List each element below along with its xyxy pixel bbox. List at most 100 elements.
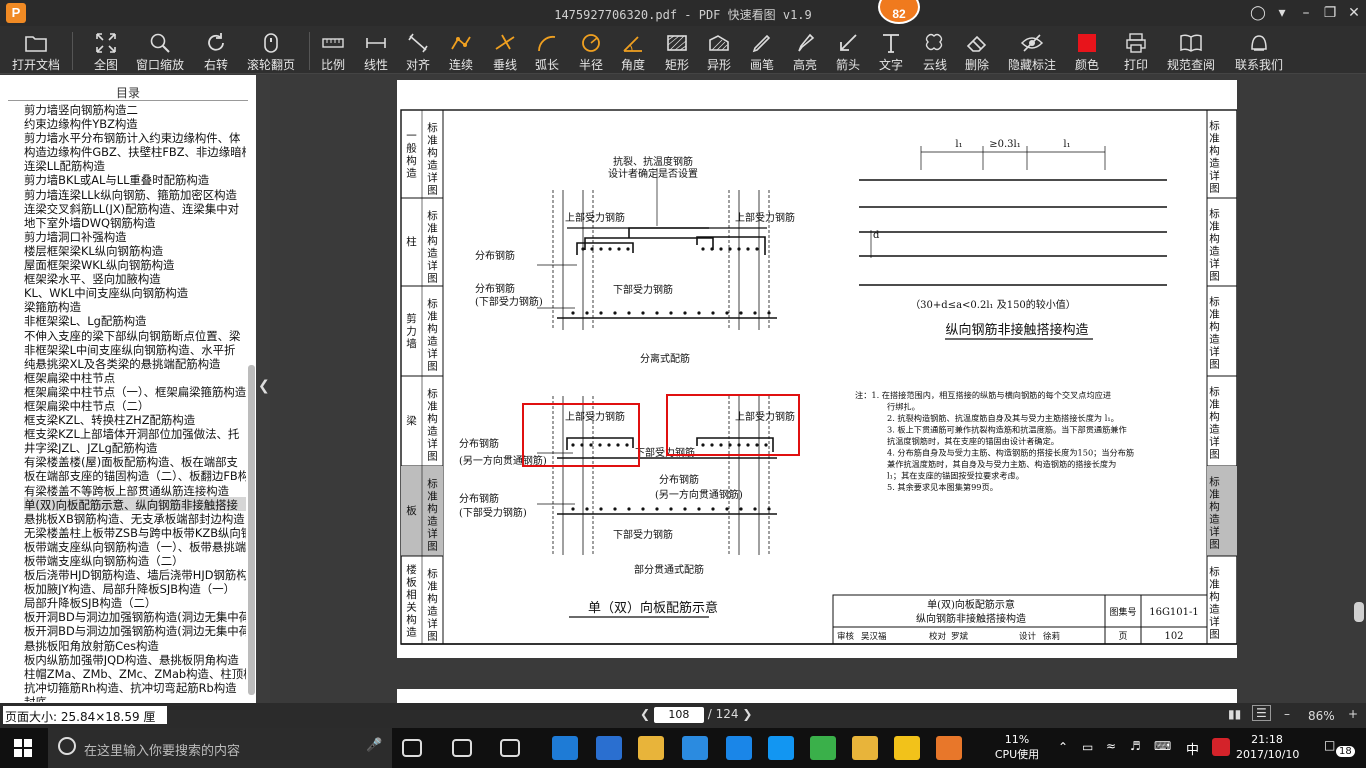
chevron-left-icon[interactable]: ❮ bbox=[258, 378, 270, 394]
toolbar-zoom-window-button[interactable]: 窗口缩放 bbox=[130, 28, 190, 74]
toolbar-mouse-wheel-button[interactable]: 滚轮翻页 bbox=[241, 28, 301, 74]
outline-item[interactable]: 单(双)向板配筋示意、纵向钢筋非接触搭接 bbox=[24, 496, 246, 511]
toolbar-eraser-button[interactable]: 删除 bbox=[947, 28, 1007, 74]
show-hidden-icons-icon[interactable]: ⌃ bbox=[1058, 740, 1068, 754]
outline-item[interactable]: 局部升降板SJB构造（二） bbox=[24, 595, 246, 609]
toolbar-hide-annotation-button[interactable]: 隐藏标注 bbox=[1002, 28, 1062, 74]
outline-item[interactable]: 板带端支座纵向钢筋构造（一）、板带悬挑端 bbox=[24, 539, 246, 553]
toolbar-folder-button[interactable]: 打开文档 bbox=[6, 28, 66, 74]
top-bars-label-partial-left: 上部受力钢筋 bbox=[565, 410, 625, 423]
ie-browser-icon[interactable] bbox=[682, 736, 708, 760]
outline-item[interactable]: 框架扁梁中柱节点（二） bbox=[24, 398, 246, 412]
outline-item[interactable]: 有梁楼盖楼(屋)面板配筋构造、板在端部支 bbox=[24, 454, 246, 468]
pdf-app-icon[interactable] bbox=[936, 736, 962, 760]
collapse-sidebar-handle[interactable]: ❮ bbox=[256, 75, 270, 703]
toolbar-fit-all-button[interactable]: 全图 bbox=[76, 28, 136, 74]
app-g-icon[interactable] bbox=[726, 736, 752, 760]
volume-icon[interactable]: ♬ bbox=[1130, 739, 1141, 753]
remote-app-icon[interactable] bbox=[768, 736, 794, 760]
outline-item[interactable]: 板在端部支座的锚固构造（二）、板翻边FB构 bbox=[24, 468, 246, 482]
outline-item[interactable]: 剪力墙洞口补强构造 bbox=[24, 229, 246, 243]
continuous-view-icon[interactable]: ☰ bbox=[1252, 705, 1271, 721]
outline-item[interactable]: 板加腋JY构造、局部升降板SJB构造（一） bbox=[24, 581, 246, 595]
outline-item[interactable]: 悬挑板阳角放射筋Ces构造 bbox=[24, 638, 246, 652]
outline-item[interactable]: 板带端支座纵向钢筋构造（二） bbox=[24, 553, 246, 567]
toolbar-book-button[interactable]: 规范查阅 bbox=[1161, 28, 1221, 74]
outline-item[interactable]: 构造边缘构件GBZ、扶壁柱FBZ、非边缘暗柱 bbox=[24, 144, 246, 158]
toolbar-label: 打开文档 bbox=[11, 58, 60, 72]
prev-page-icon[interactable]: ❮ bbox=[640, 707, 650, 721]
outline-item[interactable]: 不伸入支座的梁下部纵向钢筋断点位置、梁 bbox=[24, 328, 246, 342]
outline-item[interactable]: 板后浇带HJD钢筋构造、墙后浇带HJD钢筋构 bbox=[24, 567, 246, 581]
outline-item[interactable]: 屋面框架梁WKL纵向钢筋构造 bbox=[24, 257, 246, 271]
distribution-bar-dot bbox=[737, 247, 741, 251]
outline-item[interactable]: 约束边缘构件YBZ构造 bbox=[24, 116, 246, 130]
outline-item[interactable]: 纯悬挑梁XL及各类梁的悬挑端配筋构造 bbox=[24, 356, 246, 370]
store-icon[interactable] bbox=[596, 736, 622, 760]
outline-item[interactable]: KL、WKL中间支座纵向钢筋构造 bbox=[24, 285, 246, 299]
outline-item[interactable]: 框架扁梁中柱节点（一）、框架扁梁箍筋构造 bbox=[24, 384, 246, 398]
microphone-icon[interactable]: 🎤 bbox=[366, 738, 382, 753]
outline-item[interactable]: 无梁楼盖柱上板带ZSB与跨中板带KZB纵向钢 bbox=[24, 525, 246, 539]
help-app-icon[interactable] bbox=[894, 736, 920, 760]
outline-item[interactable]: 封底 bbox=[24, 694, 246, 702]
toolbar-printer-button[interactable]: 打印 bbox=[1106, 28, 1166, 74]
windows-start-icon[interactable] bbox=[14, 739, 32, 757]
outline-item[interactable]: 框架扁梁中柱节点 bbox=[24, 370, 246, 384]
system-clock[interactable]: 21:18 2017/10/10 bbox=[1236, 732, 1299, 762]
outline-item[interactable]: 剪力墙竖向钢筋构造二 bbox=[24, 102, 246, 116]
zoom-level[interactable]: 86% bbox=[1308, 709, 1335, 723]
outline-item[interactable]: 板开洞BD与洞边加强钢筋构造(洞边无集中荷 bbox=[24, 609, 246, 623]
outline-item[interactable]: 框支梁KZL上部墙体开洞部位加强做法、托 bbox=[24, 426, 246, 440]
edge-browser-icon[interactable] bbox=[552, 736, 578, 760]
green-app-icon[interactable] bbox=[810, 736, 836, 760]
swirl-app-icon[interactable] bbox=[500, 739, 520, 757]
file-explorer-icon[interactable] bbox=[638, 736, 664, 760]
zoom-in-icon[interactable]: + bbox=[1348, 707, 1358, 721]
taskbar-search-box[interactable]: 在这里输入你要搜索的内容 🎤 bbox=[48, 728, 392, 768]
outline-item[interactable]: 板开洞BD与洞边加强钢筋构造(洞边无集中荷 bbox=[24, 623, 246, 637]
single-page-view-icon[interactable]: ▮▮ bbox=[1228, 707, 1241, 721]
outline-item[interactable]: 剪力墙BKL或AL与LL重叠时配筋构造 bbox=[24, 172, 246, 186]
outline-item[interactable]: 非框架梁L、Lg配筋构造 bbox=[24, 313, 246, 327]
fan-app-icon[interactable] bbox=[452, 739, 472, 757]
sogou-input-icon[interactable] bbox=[1212, 738, 1230, 756]
outline-item[interactable]: 井字梁JZL、JZLg配筋构造 bbox=[24, 440, 246, 454]
outline-item[interactable]: 剪力墙连梁LLk纵向钢筋、箍筋加密区构造 bbox=[24, 187, 246, 201]
vertical-scrollbar[interactable] bbox=[1354, 602, 1364, 622]
outline-item[interactable]: 非框架梁L中间支座纵向钢筋构造、水平折 bbox=[24, 342, 246, 356]
outline-item[interactable]: 框支梁KZL、转换柱ZHZ配筋构造 bbox=[24, 412, 246, 426]
close-icon[interactable]: ✕ bbox=[1344, 3, 1364, 23]
outline-item[interactable]: 柱帽ZMa、ZMb、ZMc、ZMab构造、柱顶柱帽 bbox=[24, 666, 246, 680]
outline-item[interactable]: 剪力墙水平分布钢筋计入约束边缘构件、体 bbox=[24, 130, 246, 144]
document-view[interactable]: 标准构造详图 一般构造 标准构造详图柱标准构造详图 剪力墙 标准构造详图梁标准构造详图板… bbox=[270, 75, 1366, 703]
outline-item[interactable]: 梁箍筋构造 bbox=[24, 299, 246, 313]
outline-item[interactable]: 地下室外墙DWQ钢筋构造 bbox=[24, 215, 246, 229]
restore-icon[interactable]: ❐ bbox=[1320, 3, 1340, 23]
keyboard-icon[interactable]: ⌨ bbox=[1154, 739, 1171, 753]
outline-item[interactable]: 连梁LL配筋构造 bbox=[24, 158, 246, 172]
toolbar-contact-button[interactable]: 联系我们 bbox=[1229, 28, 1289, 74]
menu-dropdown-icon[interactable]: ▾ bbox=[1272, 3, 1292, 23]
task-view-icon[interactable] bbox=[402, 739, 422, 757]
outline-item[interactable]: 抗冲切箍筋Rh构造、抗冲切弯起筋Rb构造 bbox=[24, 680, 246, 694]
outline-item[interactable]: 板内纵筋加强带JQD构造、悬挑板阴角构造 bbox=[24, 652, 246, 666]
next-page-icon[interactable]: ❯ bbox=[742, 707, 752, 721]
zoom-out-icon[interactable]: – bbox=[1284, 707, 1290, 721]
outline-item[interactable]: 有梁楼盖不等跨板上部贯通纵筋连接构造 bbox=[24, 483, 246, 497]
outline-scrollbar[interactable] bbox=[248, 365, 255, 695]
outline-item[interactable]: 悬挑板XB钢筋构造、无支承板端部封边构造 bbox=[24, 511, 246, 525]
outline-item[interactable]: 连梁交叉斜筋LL(JX)配筋构造、连梁集中对 bbox=[24, 201, 246, 215]
ime-indicator[interactable]: 中 bbox=[1186, 739, 1199, 758]
wifi-icon[interactable]: ≈ bbox=[1106, 739, 1116, 753]
outline-item[interactable]: 楼层框架梁KL纵向钢筋构造 bbox=[24, 243, 246, 257]
toolbar-rotate-right-button[interactable]: 右转 bbox=[186, 28, 246, 74]
user-icon[interactable]: ◯ bbox=[1248, 3, 1268, 23]
battery-icon[interactable]: ▭ bbox=[1082, 740, 1093, 754]
notes-app-icon[interactable] bbox=[852, 736, 878, 760]
folder-icon bbox=[25, 36, 47, 52]
minimize-icon[interactable]: – bbox=[1296, 3, 1316, 23]
outline-item[interactable]: 框架梁水平、竖向加腋构造 bbox=[24, 271, 246, 285]
page-number-input[interactable]: 108 bbox=[653, 707, 704, 723]
action-center-icon[interactable]: □ bbox=[1324, 738, 1335, 752]
